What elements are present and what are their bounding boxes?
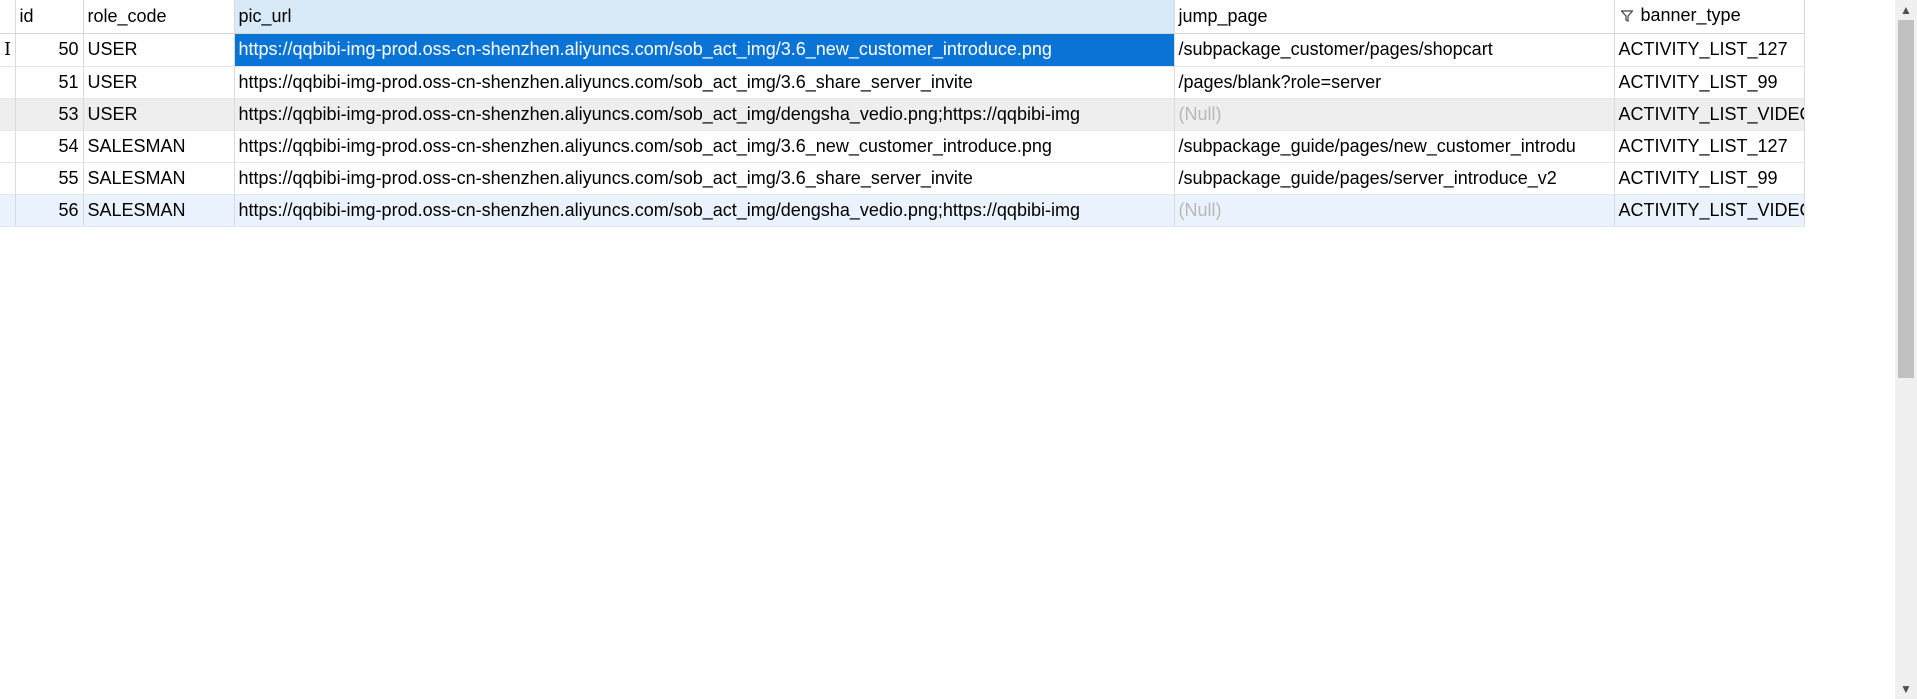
table-row[interactable]: 54 SALESMAN https://qqbibi-img-prod.oss-… bbox=[0, 130, 1805, 163]
vertical-scrollbar[interactable]: ▲ ▼ bbox=[1895, 0, 1917, 699]
row-marker-header bbox=[0, 0, 16, 34]
table-row[interactable]: 56 SALESMAN https://qqbibi-img-prod.oss-… bbox=[0, 194, 1805, 227]
cell-pic-url[interactable]: https://qqbibi-img-prod.oss-cn-shenzhen.… bbox=[234, 98, 1175, 131]
cell-banner-type[interactable]: ACTIVITY_LIST_VIDEC bbox=[1614, 194, 1805, 227]
cell-jump-page[interactable]: (Null) bbox=[1174, 194, 1615, 227]
column-header-id[interactable]: id bbox=[15, 0, 84, 34]
cell-id[interactable]: 55 bbox=[15, 162, 84, 195]
cell-pic-url[interactable]: https://qqbibi-img-prod.oss-cn-shenzhen.… bbox=[234, 194, 1175, 227]
cell-banner-type[interactable]: ACTIVITY_LIST_VIDEC bbox=[1614, 98, 1805, 131]
cell-id[interactable]: 53 bbox=[15, 98, 84, 131]
cell-role-code[interactable]: USER bbox=[83, 66, 235, 99]
cell-role-code[interactable]: SALESMAN bbox=[83, 130, 235, 163]
row-marker[interactable]: I bbox=[0, 33, 16, 67]
row-marker[interactable] bbox=[0, 194, 16, 227]
cell-banner-type[interactable]: ACTIVITY_LIST_127 bbox=[1614, 130, 1805, 163]
table-row[interactable]: I 50 USER https://qqbibi-img-prod.oss-cn… bbox=[0, 33, 1805, 67]
column-header-banner-type-label: banner_type bbox=[1640, 5, 1741, 26]
text-cursor-icon: I bbox=[3, 38, 12, 60]
row-marker[interactable] bbox=[0, 162, 16, 195]
data-grid: id role_code pic_url jump_page banner_ty… bbox=[0, 0, 1805, 227]
column-header-jump-page[interactable]: jump_page bbox=[1174, 0, 1615, 34]
column-header-pic-url[interactable]: pic_url bbox=[234, 0, 1175, 34]
table-row[interactable]: 51 USER https://qqbibi-img-prod.oss-cn-s… bbox=[0, 66, 1805, 99]
cell-role-code[interactable]: USER bbox=[83, 98, 235, 131]
chevron-down-icon[interactable]: ▼ bbox=[1895, 679, 1917, 699]
data-grid-view: id role_code pic_url jump_page banner_ty… bbox=[0, 0, 1917, 699]
cell-role-code[interactable]: USER bbox=[83, 33, 235, 67]
row-marker[interactable] bbox=[0, 66, 16, 99]
cell-jump-page[interactable]: /subpackage_customer/pages/shopcart bbox=[1174, 33, 1615, 67]
cell-jump-page[interactable]: /subpackage_guide/pages/new_customer_int… bbox=[1174, 130, 1615, 163]
cell-pic-url[interactable]: https://qqbibi-img-prod.oss-cn-shenzhen.… bbox=[234, 33, 1175, 67]
cell-pic-url[interactable]: https://qqbibi-img-prod.oss-cn-shenzhen.… bbox=[234, 66, 1175, 99]
cell-jump-page[interactable]: /subpackage_guide/pages/server_introduce… bbox=[1174, 162, 1615, 195]
cell-pic-url[interactable]: https://qqbibi-img-prod.oss-cn-shenzhen.… bbox=[234, 130, 1175, 163]
cell-id[interactable]: 50 bbox=[15, 33, 84, 67]
chevron-up-icon[interactable]: ▲ bbox=[1895, 0, 1917, 20]
row-marker[interactable] bbox=[0, 98, 16, 131]
cell-role-code[interactable]: SALESMAN bbox=[83, 162, 235, 195]
cell-jump-page[interactable]: /pages/blank?role=server bbox=[1174, 66, 1615, 99]
cell-banner-type[interactable]: ACTIVITY_LIST_99 bbox=[1614, 162, 1805, 195]
table-row[interactable]: 55 SALESMAN https://qqbibi-img-prod.oss-… bbox=[0, 162, 1805, 195]
header-row: id role_code pic_url jump_page banner_ty… bbox=[0, 0, 1805, 34]
cell-pic-url[interactable]: https://qqbibi-img-prod.oss-cn-shenzhen.… bbox=[234, 162, 1175, 195]
table-row[interactable]: 53 USER https://qqbibi-img-prod.oss-cn-s… bbox=[0, 98, 1805, 131]
cell-id[interactable]: 54 bbox=[15, 130, 84, 163]
filter-icon[interactable] bbox=[1619, 6, 1634, 27]
cell-banner-type[interactable]: ACTIVITY_LIST_127 bbox=[1614, 33, 1805, 67]
column-header-role-code[interactable]: role_code bbox=[83, 0, 235, 34]
cell-jump-page[interactable]: (Null) bbox=[1174, 98, 1615, 131]
cell-role-code[interactable]: SALESMAN bbox=[83, 194, 235, 227]
column-header-banner-type[interactable]: banner_type bbox=[1614, 0, 1805, 34]
cell-id[interactable]: 51 bbox=[15, 66, 84, 99]
row-marker[interactable] bbox=[0, 130, 16, 163]
scrollbar-thumb[interactable] bbox=[1898, 20, 1914, 378]
cell-banner-type[interactable]: ACTIVITY_LIST_99 bbox=[1614, 66, 1805, 99]
cell-id[interactable]: 56 bbox=[15, 194, 84, 227]
